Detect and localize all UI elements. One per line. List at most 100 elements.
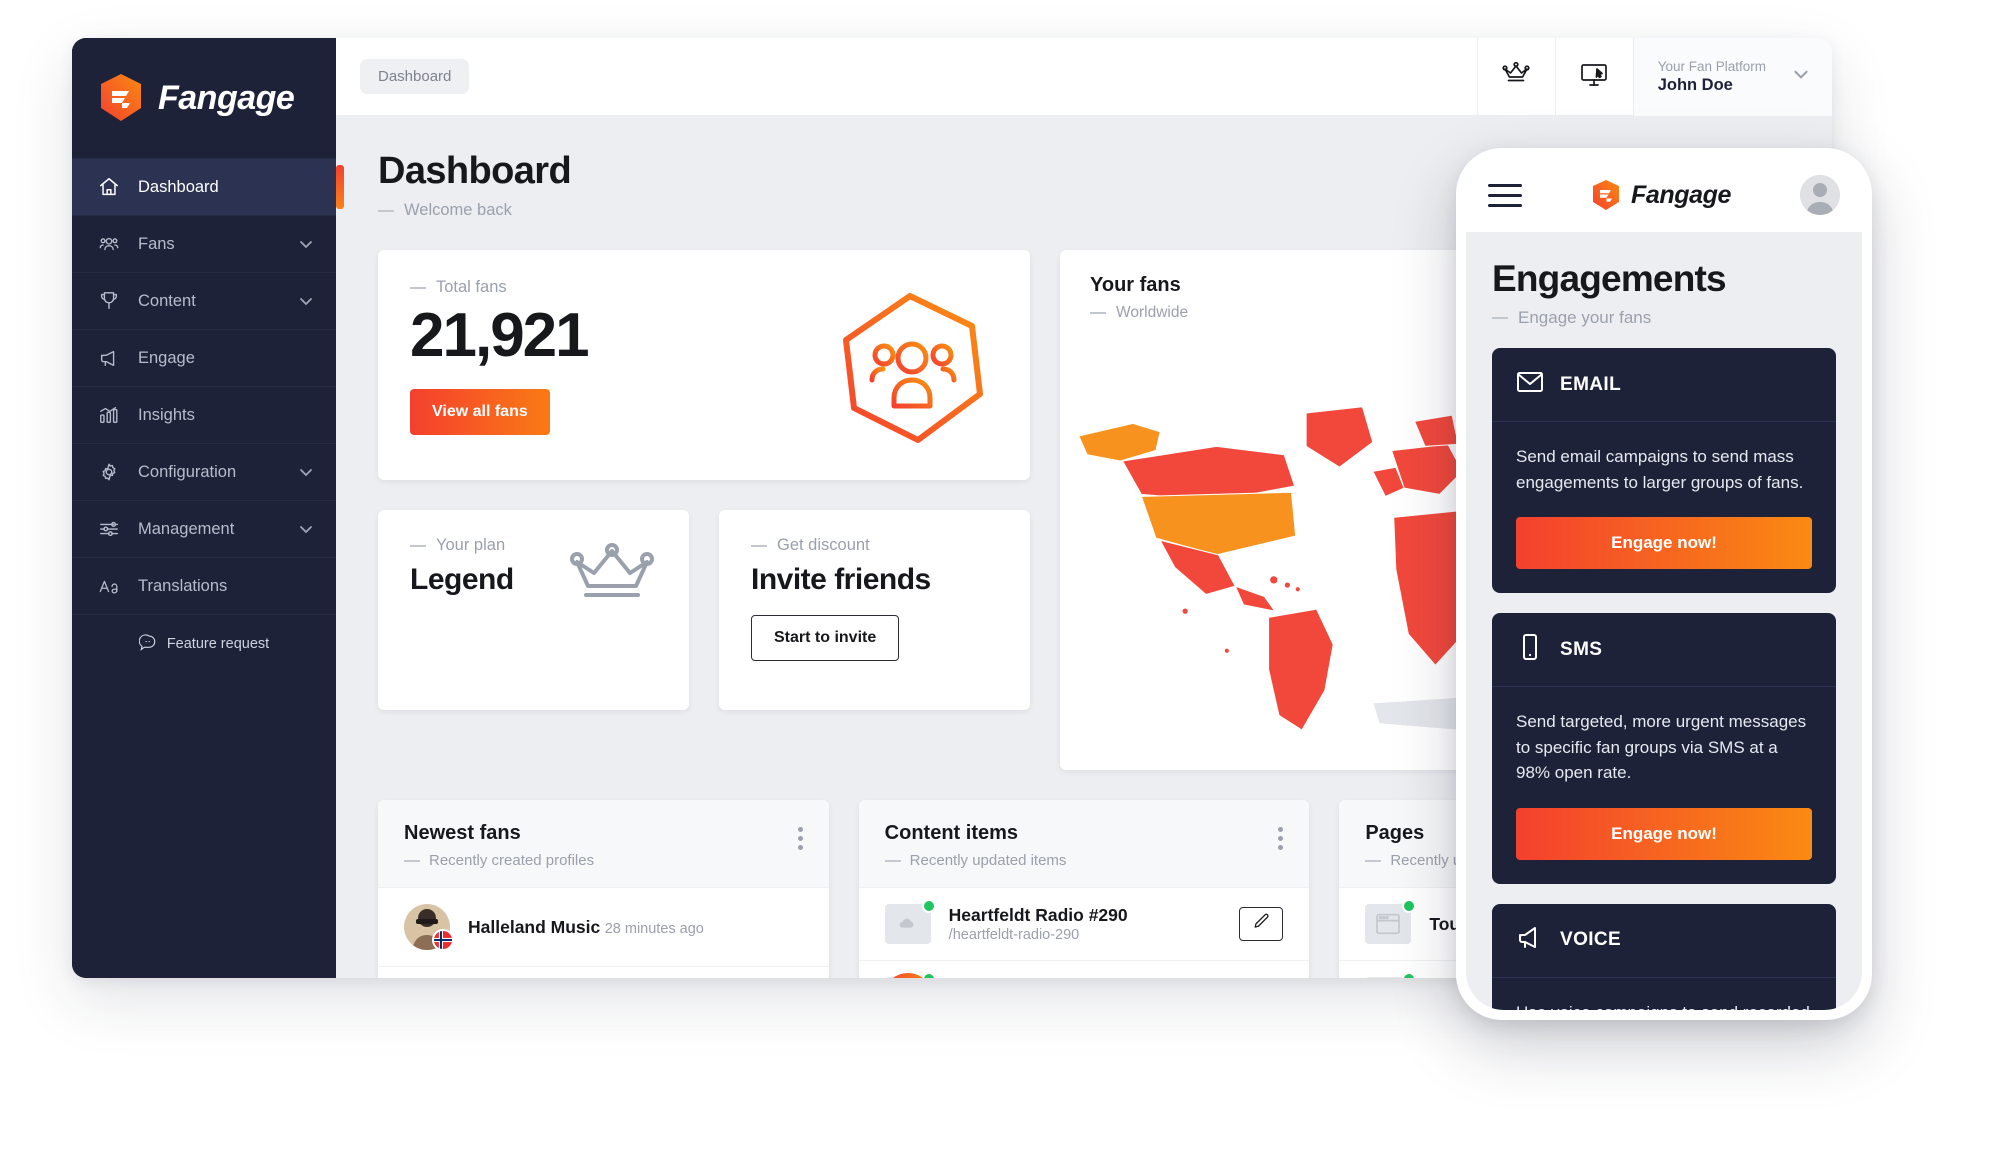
engagement-description: Use voice campaigns to send recorded aud… [1516, 1000, 1812, 1011]
list-item[interactable]: Sangwan Park [378, 966, 829, 978]
fan-meta: 28 minutes ago [604, 920, 704, 937]
status-online-dot [921, 899, 936, 913]
list-item[interactable]: Halleland Music 28 minutes ago [378, 887, 829, 966]
engagement-description: Send email campaigns to send mass engage… [1516, 447, 1804, 492]
total-fans-card: Total fans 21,921 View all fans [378, 250, 1030, 480]
fans-hexagon-icon [832, 288, 992, 448]
engage-now-button[interactable]: Engage now! [1516, 517, 1812, 569]
sidebar-item-label: Configuration [138, 462, 237, 481]
content-thumbnail [884, 972, 936, 978]
aa-icon [98, 575, 120, 597]
sidebar-item-insights[interactable]: Insights [72, 386, 336, 443]
breadcrumb[interactable]: Dashboard [360, 59, 470, 94]
engagement-card-voice: VOICE Use voice campaigns to send record… [1492, 903, 1836, 1011]
dash-icon [751, 544, 767, 547]
sidebar-item-label: Translations [138, 576, 228, 595]
topbar: Dashboard Your Fan Platform John Doe [336, 38, 1832, 116]
crown-icon [1500, 58, 1532, 95]
your-plan-kicker: Your plan [436, 536, 506, 554]
account-switcher[interactable]: Your Fan Platform John Doe [1632, 38, 1832, 116]
sidebar-nav: Dashboard Fans Content Engage Insights C… [72, 158, 344, 614]
total-fans-kicker-wrap: Total fans [410, 278, 588, 297]
engagement-label: EMAIL [1560, 373, 1622, 395]
your-plan-card: Your plan Legend [378, 510, 689, 710]
avatar[interactable] [1800, 175, 1840, 215]
content-thumbnail [884, 899, 936, 944]
engagement-card-email: EMAIL Send email campaigns to send mass … [1492, 348, 1836, 593]
megaphone-icon [98, 347, 120, 369]
engage-now-button[interactable]: Engage now! [1516, 807, 1812, 860]
content-items-title: Content items [884, 822, 1019, 844]
total-fans-kicker: Total fans [436, 278, 507, 296]
engagement-description: Send targeted, more urgent messages to s… [1516, 712, 1807, 782]
total-fans-text: Total fans 21,921 View all fans [410, 278, 590, 435]
chevron-down-icon [298, 293, 314, 309]
upgrade-plan-button[interactable] [1476, 38, 1555, 116]
get-discount-card: Get discount Invite friends Start to inv… [719, 510, 1030, 710]
get-discount-kicker: Get discount [777, 536, 870, 554]
account-text: Your Fan Platform John Doe [1658, 59, 1766, 95]
sidebar-item-engage[interactable]: Engage [72, 329, 336, 386]
sidebar-item-label: Content [138, 291, 196, 310]
norway-flag-icon [432, 929, 454, 951]
brand-logo-area[interactable]: Fangage [72, 38, 336, 158]
content-items-card: Content items Recently updated items Hea… [858, 800, 1310, 978]
engagement-card-header: VOICE [1492, 904, 1836, 977]
preview-site-button[interactable] [1554, 38, 1633, 116]
phone-topbar: Fangage [1466, 158, 1862, 232]
sidebar-item-management[interactable]: Management [72, 500, 336, 557]
screenshot-stage: Fangage Dashboard Fans Content Engage In… [0, 0, 2000, 1149]
engagement-label: VOICE [1560, 929, 1622, 950]
phone-page-subtitle: Engage your fans [1518, 308, 1652, 327]
sidebar: Fangage Dashboard Fans Content Engage In… [72, 38, 344, 978]
map-card-subtitle: Worldwide [1116, 304, 1189, 321]
sliders-icon [98, 518, 120, 540]
list-item[interactable]: Heartfeldt Radio #290 /heartfeldt-radio-… [858, 887, 1310, 960]
sidebar-item-translations[interactable]: Translations [72, 557, 336, 614]
chevron-down-icon [1792, 65, 1810, 88]
view-all-fans-button[interactable]: View all fans [410, 389, 550, 435]
dash-icon [404, 859, 420, 862]
dash-icon [378, 209, 394, 212]
chevron-down-icon [298, 464, 314, 480]
sidebar-item-content[interactable]: Content [72, 272, 336, 329]
start-to-invite-button[interactable]: Start to invite [751, 615, 900, 661]
chat-bubble-icon [138, 633, 157, 655]
list-item-text: Halleland Music 28 minutes ago [468, 917, 803, 938]
list-item[interactable]: VIP Membership | €3.99 [858, 960, 1310, 978]
list-item-text: Heartfeldt Radio #290 /heartfeldt-radio-… [949, 905, 1222, 944]
phone-page-title: Engagements [1492, 258, 1727, 299]
sidebar-item-label: Fans [138, 234, 175, 253]
edit-button[interactable] [1239, 907, 1284, 941]
get-discount-kicker-wrap: Get discount [751, 536, 998, 555]
engagement-card-body: Use voice campaigns to send recorded aud… [1492, 978, 1836, 1011]
account-name: John Doe [1657, 75, 1733, 94]
phone-subtitle-wrap: Engage your fans [1492, 308, 1836, 328]
engagement-label: SMS [1560, 638, 1603, 660]
sidebar-item-configuration[interactable]: Configuration [72, 443, 336, 500]
fangage-logo-icon [1591, 179, 1621, 211]
content-items-menu-button[interactable] [1278, 822, 1284, 850]
hamburger-icon[interactable] [1488, 183, 1522, 207]
trophy-icon [98, 290, 120, 312]
megaphone-icon [1516, 924, 1544, 957]
phone-screen: Fangage Engagements Engage your fans EMA… [1466, 158, 1862, 1010]
monitor-cursor-icon [1578, 58, 1610, 95]
sidebar-item-fans[interactable]: Fans [72, 215, 336, 272]
feature-request-button[interactable]: Feature request [72, 614, 336, 672]
sidebar-item-dashboard[interactable]: Dashboard [72, 158, 344, 215]
newest-fans-menu-button[interactable] [797, 822, 803, 850]
newest-fans-subtitle: Recently created profiles [429, 852, 595, 869]
engagement-card-body: Send email campaigns to send mass engage… [1492, 422, 1836, 593]
dash-icon [410, 544, 426, 547]
sidebar-item-label: Engage [138, 348, 195, 367]
newest-fans-card: Newest fans Recently created profiles Ha… [378, 800, 829, 978]
chart-icon [98, 404, 120, 426]
brand-name: Fangage [158, 78, 295, 117]
get-discount-value: Invite friends [751, 563, 931, 596]
page-thumbnail [1365, 899, 1417, 944]
sidebar-item-label: Management [138, 519, 235, 538]
content-items-subtitle: Recently updated items [909, 852, 1067, 869]
total-fans-value: 21,921 [410, 301, 590, 370]
dash-icon [410, 286, 426, 289]
